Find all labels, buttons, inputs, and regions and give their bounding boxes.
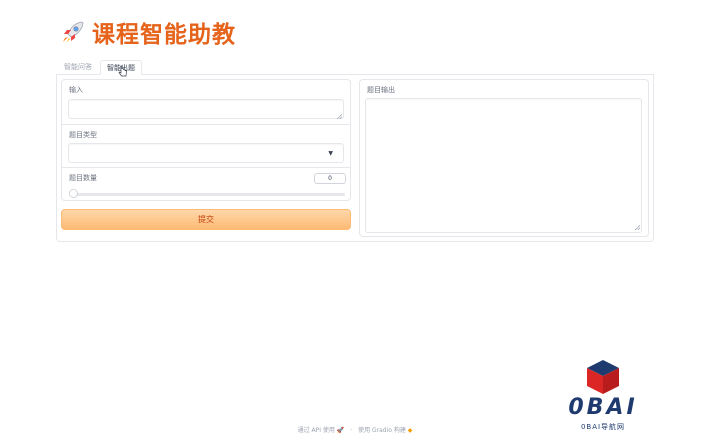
input-textarea[interactable] [68,99,344,119]
api-link[interactable]: 通过 API 使用 [298,427,335,434]
count-block: 题目数量 0 [62,167,350,200]
count-slider-thumb[interactable] [69,189,78,198]
dropdown-caret-icon: ▼ [328,150,333,157]
type-label: 题目类型 [69,131,97,139]
input-column: 输入 题目类型 ▼ 题目数量 0 [61,79,351,201]
tab-bar: 智能问答 智能出题 [56,60,654,75]
output-column: 题目输出 [359,79,649,237]
resize-handle-icon[interactable] [635,225,640,230]
gradio-logo-icon: ◆ [407,427,413,434]
count-number-input[interactable]: 0 [314,173,346,184]
footer-separator: · [350,427,353,434]
input-block: 输入 [62,80,350,124]
footer: 通过 API 使用 🚀 · 使用 Gradio 构建 ◆ [0,425,710,434]
type-block: 题目类型 ▼ [62,124,350,167]
rocket-icon [63,21,84,43]
resize-handle-icon[interactable] [337,114,342,119]
watermark-logo: 0BAI 0BAI导航网 [556,358,650,434]
count-label: 题目数量 [69,174,97,182]
app-title: 课程智能助教 [60,16,236,48]
page-title: 课程智能助教 [92,22,236,48]
gradio-link[interactable]: 使用 Gradio 构建 [358,427,406,434]
output-textarea[interactable] [365,98,642,233]
question-type-dropdown[interactable]: ▼ [68,143,344,163]
input-label: 输入 [69,86,83,94]
count-slider-track[interactable] [71,193,345,196]
submit-button[interactable]: 提交 [61,209,351,230]
output-label: 题目输出 [367,86,395,94]
watermark-brand: 0BAI [568,395,638,420]
rocket-small-icon: 🚀 [336,427,345,434]
cube-logo-icon [587,360,619,394]
tab-smart-qa[interactable]: 智能问答 [58,60,98,74]
